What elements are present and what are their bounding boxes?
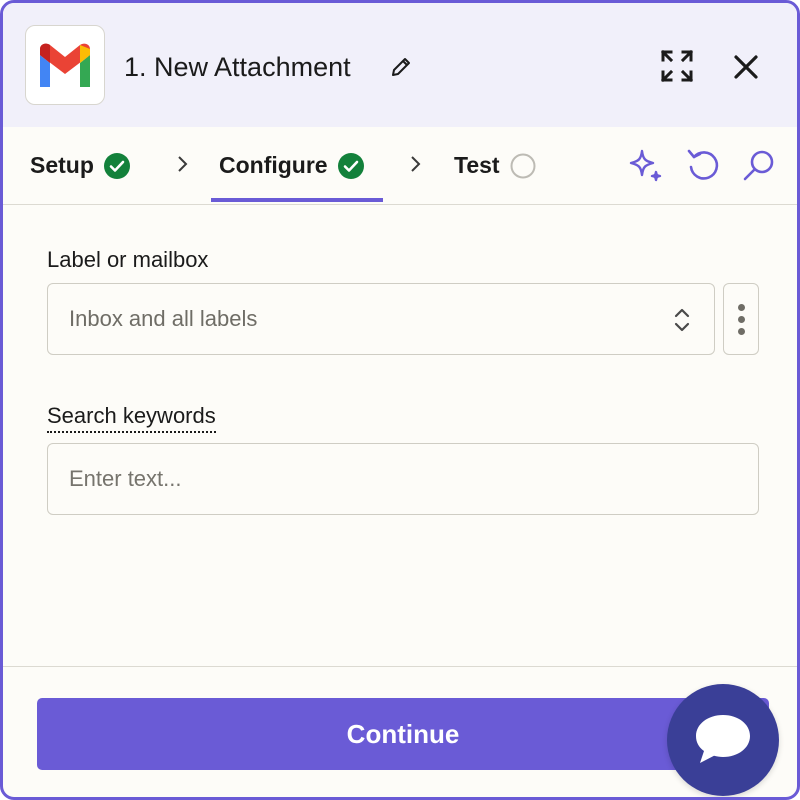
mailbox-select[interactable]: Inbox and all labels (47, 283, 715, 355)
chevron-right-icon (178, 156, 188, 172)
updown-chevron-icon (674, 308, 690, 332)
step-tabs: Setup Configure Test (3, 127, 797, 205)
more-options-button[interactable] (723, 283, 759, 355)
panel-header: 1. New Attachment (3, 3, 797, 127)
empty-circle-icon (510, 153, 536, 178)
close-icon[interactable] (732, 53, 760, 81)
footer-divider (3, 666, 797, 667)
check-circle-icon (103, 152, 130, 179)
search-icon[interactable] (739, 145, 779, 185)
tab-label: Test (454, 152, 500, 178)
mailbox-select-value: Inbox and all labels (69, 306, 258, 331)
tab-label: Setup (30, 152, 94, 178)
chevron-right-icon (411, 156, 421, 172)
tab-test[interactable]: Test (454, 127, 536, 204)
check-circle-icon (337, 152, 364, 179)
expand-icon[interactable] (659, 48, 695, 84)
kebab-dot (738, 316, 745, 323)
step-editor-panel: 1. New Attachment Setup Configure Test L… (0, 0, 800, 800)
kebab-dot (738, 328, 745, 335)
tab-label: Configure (219, 152, 328, 178)
search-keywords-input[interactable] (47, 443, 759, 515)
tab-configure[interactable]: Configure (219, 127, 364, 204)
gmail-logo (25, 25, 105, 105)
kebab-dot (738, 304, 745, 311)
search-keywords-label[interactable]: Search keywords (47, 403, 216, 433)
undo-icon[interactable] (683, 145, 723, 185)
chat-button[interactable] (667, 684, 779, 796)
step-title[interactable]: 1. New Attachment (124, 47, 351, 87)
active-tab-indicator (211, 198, 383, 202)
continue-button[interactable]: Continue (37, 698, 769, 770)
pencil-icon[interactable] (389, 55, 413, 79)
chat-bubble-icon (696, 715, 750, 763)
mailbox-label: Label or mailbox (47, 247, 209, 272)
sparkle-icon[interactable] (625, 145, 665, 185)
tab-setup[interactable]: Setup (30, 127, 130, 204)
